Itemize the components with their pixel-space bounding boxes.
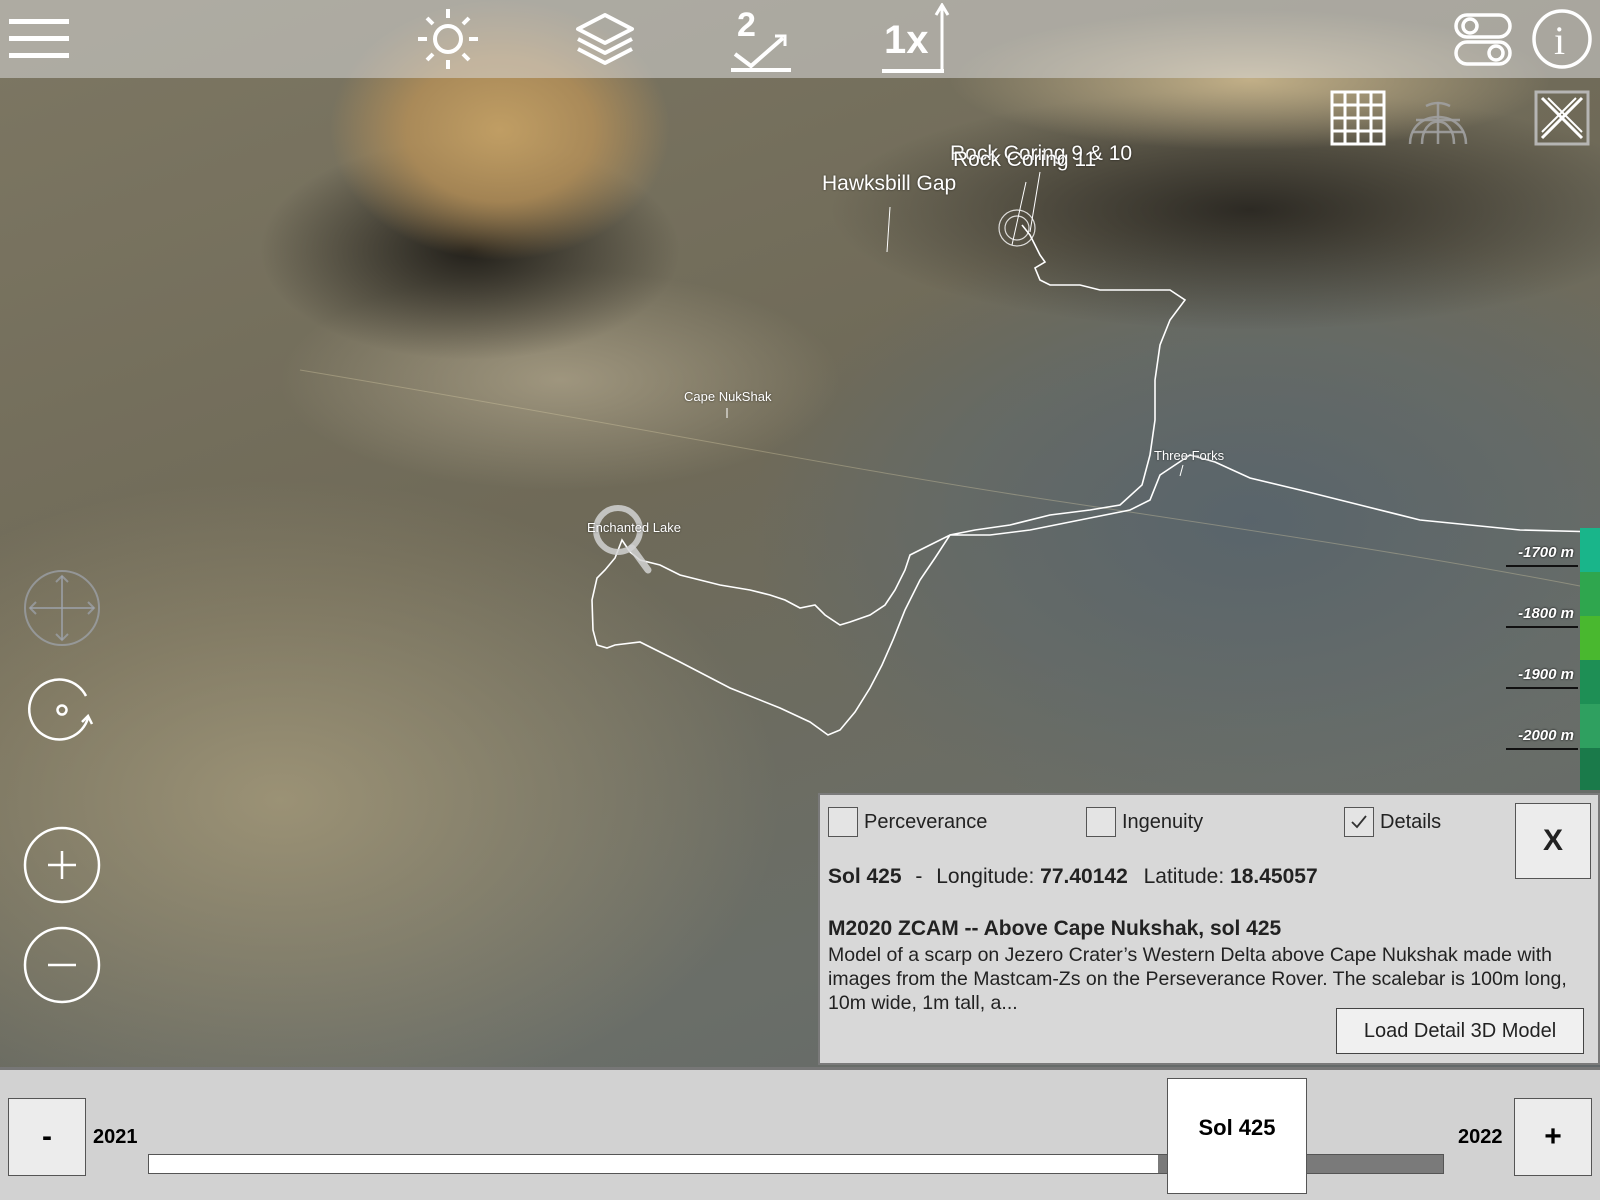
globe-wireframe-icon[interactable]	[1406, 88, 1470, 153]
map-label[interactable]: Cape NukShak	[684, 389, 771, 404]
elevation-color-bar	[1580, 528, 1600, 790]
rover-location-handle	[628, 544, 652, 574]
current-sol-label: Sol 425	[1198, 1115, 1276, 1140]
separator: -	[915, 865, 923, 888]
ingenuity-checkbox[interactable]: Ingenuity	[1086, 807, 1203, 837]
info-icon[interactable]: i	[1527, 4, 1597, 74]
elevation-tick	[1506, 565, 1578, 567]
load-detail-model-button[interactable]: Load Detail 3D Model	[1336, 1008, 1584, 1054]
elevation-label: -1800 m	[1518, 605, 1574, 622]
zoom-in-icon[interactable]	[22, 825, 102, 910]
reset-view-icon[interactable]	[1534, 90, 1590, 151]
checkbox-label: Details	[1380, 810, 1442, 833]
contour-line	[299, 369, 1600, 591]
vertical-exaggeration-graphic: 1x	[882, 3, 950, 73]
zoom-out-icon[interactable]	[22, 925, 102, 1010]
grid-icon[interactable]	[1330, 90, 1386, 151]
sol-timeline: - 2021 Sol 425 2022 +	[0, 1067, 1600, 1200]
details-checkbox[interactable]: Details	[1344, 807, 1441, 837]
perseverance-checkbox[interactable]: Perceverance	[828, 807, 987, 837]
vertical-exaggeration-icon[interactable]: 1x	[880, 3, 960, 74]
layers-icon[interactable]	[570, 4, 640, 74]
checkbox-label: Perceverance	[864, 810, 988, 833]
map-label[interactable]: Hawksbill Gap	[822, 172, 956, 196]
location-readout: Sol 425 - Longitude: 77.40142 Latitude: …	[828, 865, 1318, 889]
longitude-label: Longitude:	[936, 865, 1035, 888]
timeline-start-year: 2021	[93, 1126, 138, 1148]
model-description: Model of a scarp on Jezero Crater’s West…	[828, 944, 1567, 1014]
measure-icon[interactable]: 2	[726, 4, 796, 74]
longitude-value: 77.40142	[1040, 865, 1128, 888]
rotate-icon[interactable]	[26, 674, 98, 751]
rover-traverse-path	[591, 224, 1600, 736]
sol-label: Sol 425	[828, 865, 902, 888]
elevation-tick	[1506, 687, 1578, 689]
menu-icon[interactable]	[4, 4, 74, 74]
pan-icon[interactable]	[22, 568, 102, 653]
elevation-color-segment	[1580, 572, 1600, 616]
marker-line	[886, 206, 891, 253]
elevation-color-segment	[1580, 704, 1600, 748]
map-label[interactable]: Three Forks	[1154, 448, 1224, 463]
checkbox-box[interactable]	[1086, 807, 1116, 837]
timeline-minus-button[interactable]: -	[8, 1098, 86, 1176]
checkbox-label: Ingenuity	[1122, 810, 1204, 833]
timeline-plus-button[interactable]: +	[1514, 1098, 1592, 1176]
elevation-color-segment	[1580, 528, 1600, 572]
map-label[interactable]: Enchanted Lake	[587, 520, 681, 535]
elevation-label: -1700 m	[1518, 544, 1574, 561]
checkbox-box[interactable]	[1344, 807, 1374, 837]
timeline-progress	[149, 1155, 1159, 1173]
toggle-settings-icon[interactable]	[1448, 4, 1518, 74]
elevation-color-segment	[1580, 616, 1600, 660]
elevation-tick	[1506, 748, 1578, 750]
marker-line	[1029, 171, 1041, 233]
measure-icon-graphic: 2	[731, 6, 791, 72]
svg-text:i: i	[1554, 18, 1565, 63]
timeline-end-year: 2022	[1458, 1126, 1503, 1148]
close-panel-button[interactable]: X	[1515, 803, 1591, 879]
timeline-handle[interactable]: Sol 425	[1167, 1078, 1307, 1194]
checkbox-box[interactable]	[828, 807, 858, 837]
brightness-icon[interactable]	[413, 4, 483, 74]
top-toolbar: 2 1x i	[0, 0, 1600, 78]
map-label[interactable]: Rock Coring 11	[953, 148, 1096, 172]
exaggeration-value: 1x	[884, 18, 929, 62]
elevation-color-segment	[1580, 660, 1600, 704]
elevation-color-segment	[1580, 748, 1600, 790]
model-title: M2020 ZCAM -- Above Cape Nukshak, sol 42…	[828, 917, 1282, 940]
checkmark-icon	[1351, 815, 1367, 829]
elevation-tick	[1506, 626, 1578, 628]
latitude-value: 18.45057	[1230, 865, 1318, 888]
elevation-label: -2000 m	[1518, 727, 1574, 744]
elevation-label: -1900 m	[1518, 666, 1574, 683]
marker-line	[1011, 181, 1027, 246]
measure-count: 2	[737, 6, 756, 44]
marker-line	[1179, 464, 1184, 477]
elevation-scale: -1700 m -1800 m -1900 m -2000 m	[1500, 528, 1600, 790]
details-panel: Perceverance Ingenuity Details X Sol 425…	[818, 793, 1600, 1065]
latitude-label: Latitude:	[1143, 865, 1225, 888]
